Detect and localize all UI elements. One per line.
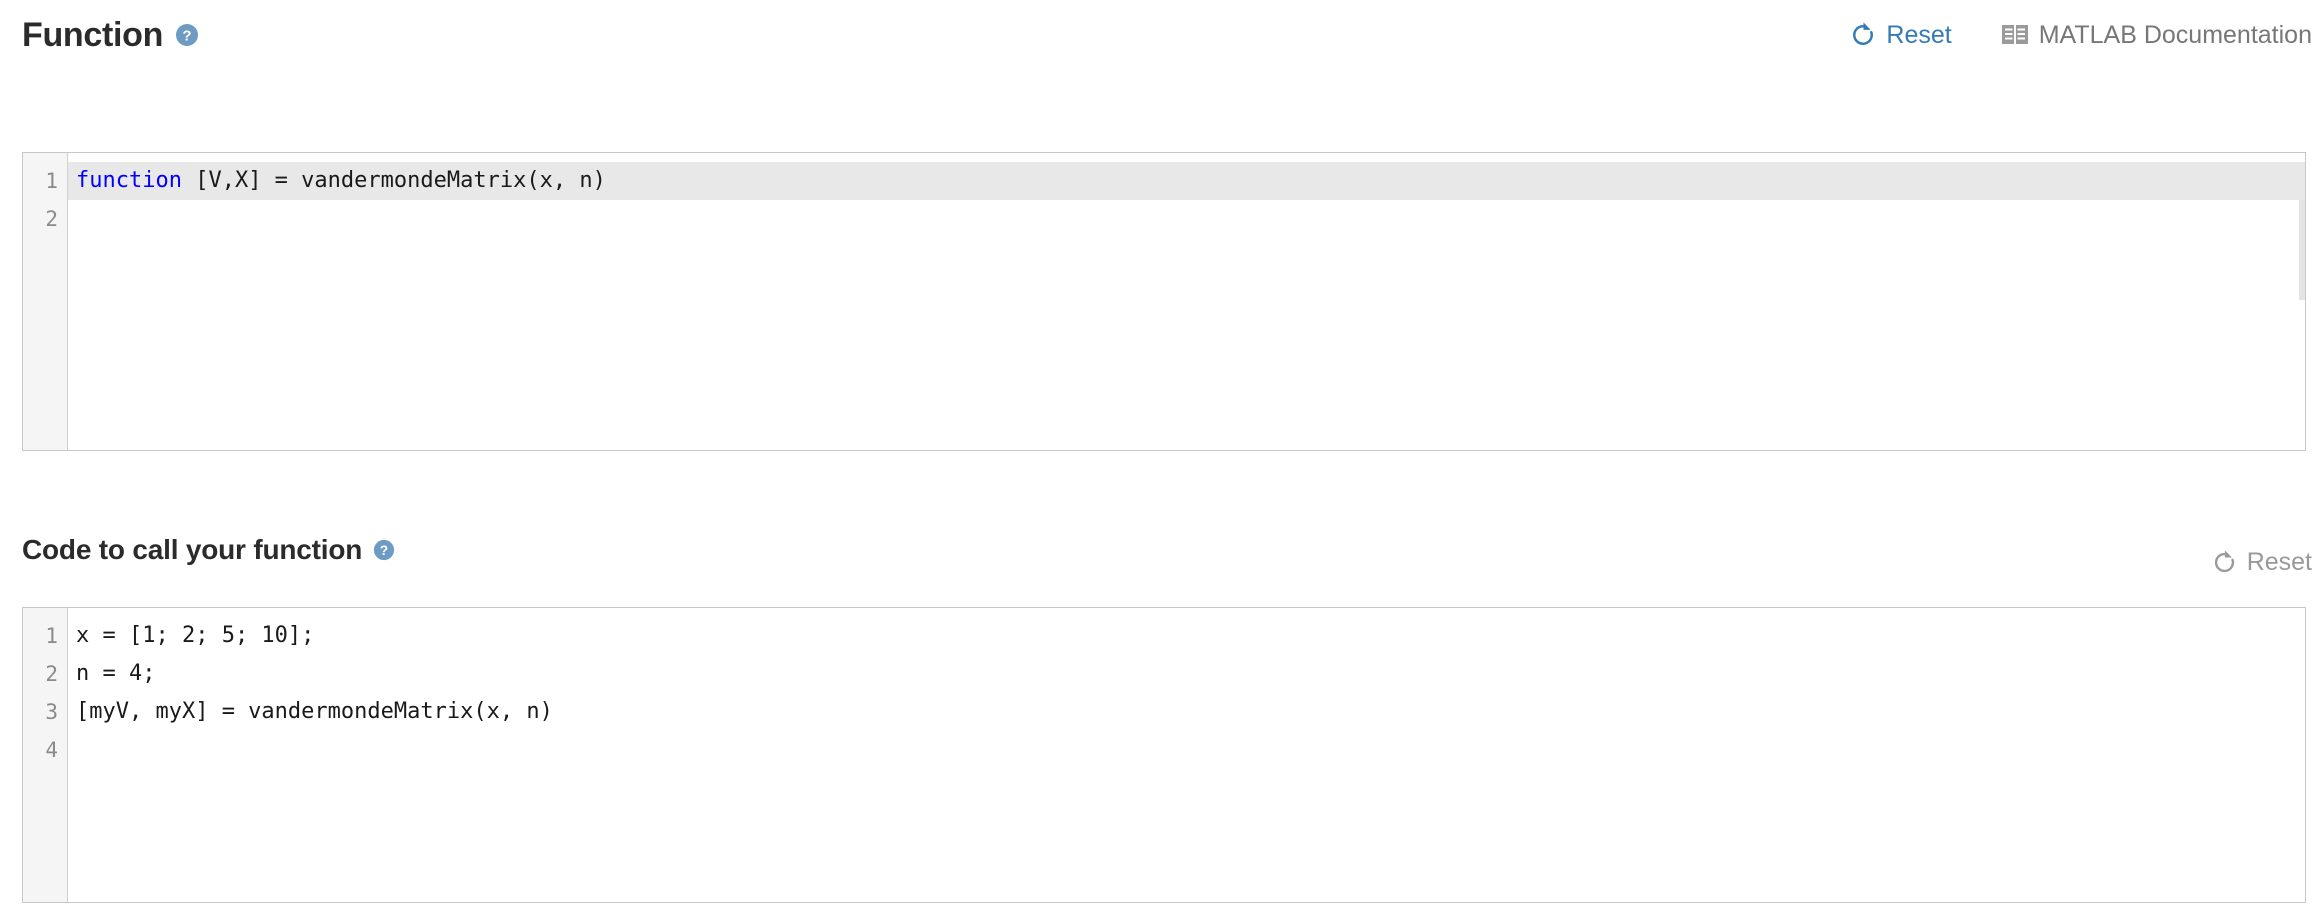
reset-call-code-label: Reset	[2246, 548, 2312, 576]
reset-function-label: Reset	[1886, 20, 1952, 49]
reset-function-button[interactable]: Reset	[1849, 20, 1952, 50]
call-code-editor-gutter: 1 2 3 4	[23, 608, 68, 902]
code-line[interactable]	[68, 200, 2305, 238]
call-code-actions: Reset	[2211, 548, 2312, 577]
line-number: 4	[45, 738, 58, 762]
code-line[interactable]: x = [1; 2; 5; 10];	[68, 617, 2305, 655]
svg-text:?: ?	[183, 28, 192, 45]
matlab-documentation-link[interactable]: MATLAB Documentation	[2000, 21, 2312, 50]
book-icon	[2000, 22, 2030, 48]
code-line[interactable]: function [V,X] = vandermondeMatrix(x, n)	[68, 162, 2305, 200]
reset-call-code-button[interactable]: Reset	[2211, 548, 2312, 577]
line-number: 1	[45, 624, 58, 648]
call-code-title-group: Code to call your function ?	[22, 533, 395, 565]
code-token-keyword: function	[76, 168, 182, 193]
code-line[interactable]: n = 4;	[68, 655, 2305, 693]
function-actions: Reset MATLAB Documentation	[1849, 21, 2312, 50]
function-editor-page: Function ? Reset MATLAB Documentation 1 …	[0, 0, 2322, 924]
call-code-section-header: Code to call your function ? Reset	[22, 522, 2312, 577]
code-token-plain: [myV, myX] = vandermondeMatrix(x, n)	[76, 699, 553, 724]
code-token-plain: [V,X] = vandermondeMatrix(x, n)	[181, 168, 606, 193]
code-line[interactable]	[68, 731, 2305, 769]
line-number: 3	[45, 700, 58, 724]
function-title-group: Function ?	[22, 18, 199, 52]
line-number: 1	[45, 169, 58, 193]
help-circle-icon[interactable]: ?	[175, 23, 199, 47]
function-code-editor[interactable]: 1 2 function [V,X] = vandermondeMatrix(x…	[22, 152, 2306, 451]
line-number: 2	[45, 662, 58, 686]
code-token-plain: x = [1; 2; 5; 10];	[76, 623, 315, 648]
call-code-title: Code to call your function	[22, 533, 363, 565]
refresh-icon	[1849, 21, 1877, 49]
function-section-header: Function ? Reset MATLAB Documentation	[22, 18, 2312, 52]
help-circle-icon[interactable]: ?	[373, 539, 395, 561]
code-line[interactable]: [myV, myX] = vandermondeMatrix(x, n)	[68, 693, 2305, 731]
call-code-editor-code-area[interactable]: x = [1; 2; 5; 10]; n = 4; [myV, myX] = v…	[68, 608, 2305, 902]
line-number: 2	[45, 207, 58, 231]
matlab-documentation-label: MATLAB Documentation	[2038, 20, 2312, 49]
function-editor-gutter: 1 2	[23, 153, 68, 450]
call-code-editor[interactable]: 1 2 3 4 x = [1; 2; 5; 10]; n = 4; [myV, …	[22, 607, 2306, 903]
code-token-plain: n = 4;	[76, 661, 156, 686]
page-title: Function	[22, 16, 164, 54]
editor-scroll-indicator[interactable]	[2299, 200, 2305, 300]
function-editor-code-area[interactable]: function [V,X] = vandermondeMatrix(x, n)	[68, 153, 2305, 450]
svg-text:?: ?	[380, 543, 388, 558]
refresh-icon	[2211, 549, 2238, 576]
